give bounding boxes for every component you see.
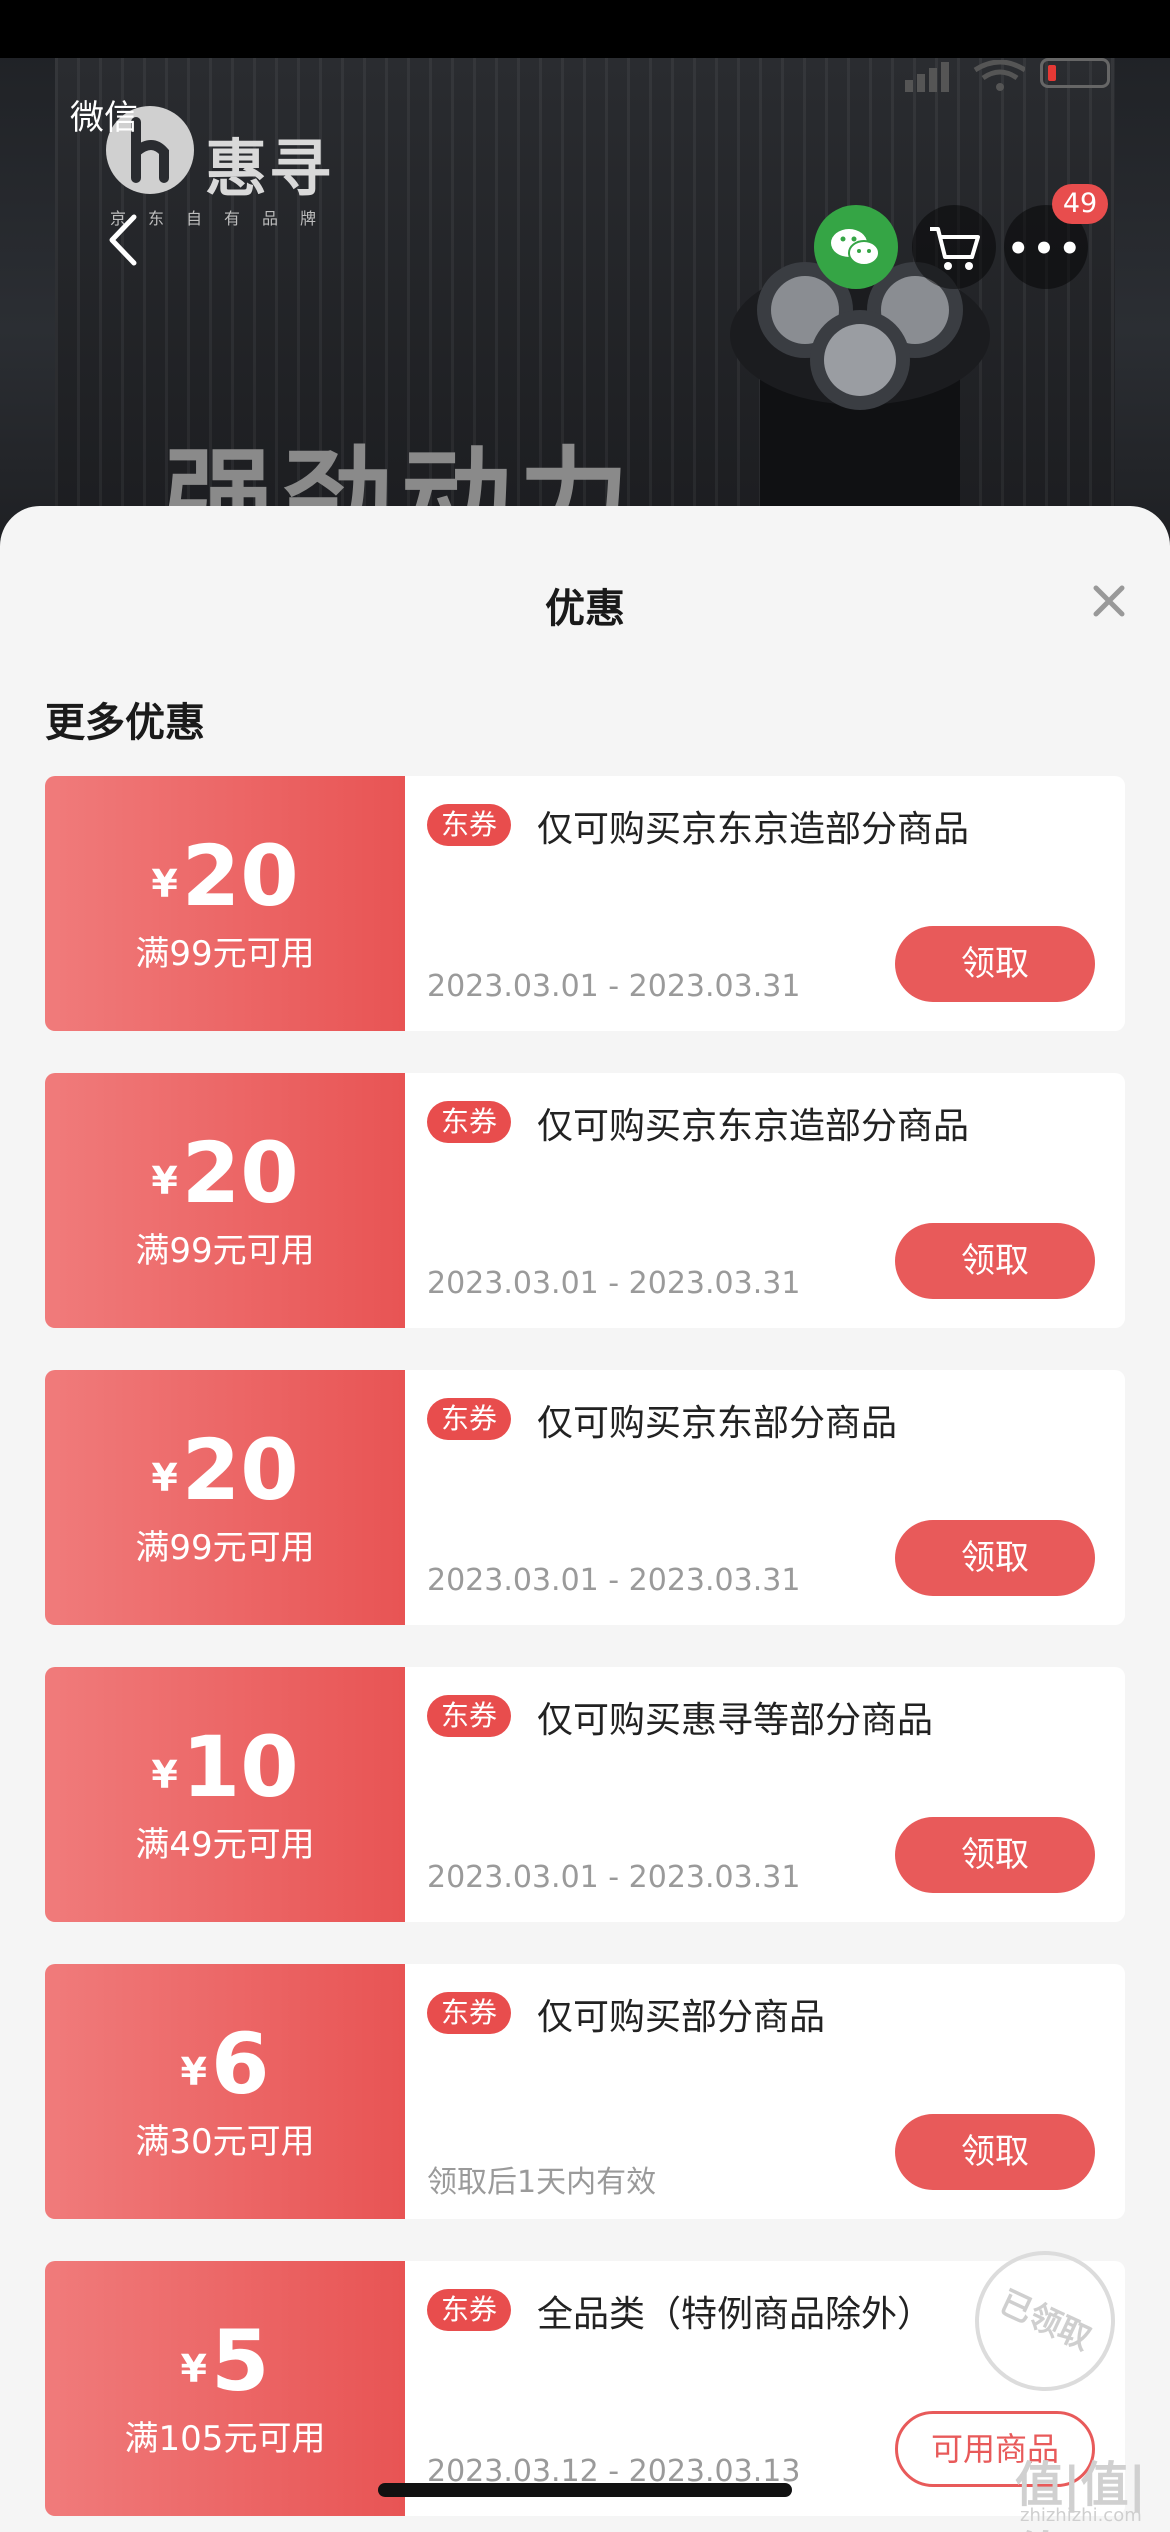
claim-button[interactable]: 领取 — [895, 1223, 1095, 1299]
coupon-condition: 满49元可用 — [135, 1825, 315, 1865]
coupon-validity: 2023.03.01 - 2023.03.31 — [427, 1563, 801, 1598]
claim-button[interactable]: 领取 — [895, 1520, 1095, 1596]
signal-wifi-icon — [905, 59, 1027, 96]
brand-name: 惠寻 — [205, 132, 334, 205]
message-count-badge: 49 — [1052, 184, 1108, 224]
coupon-amount: ¥5 — [45, 2319, 405, 2403]
coupon-amount: ¥20 — [45, 1131, 405, 1215]
coupon-amount-value: 10 — [181, 1718, 299, 1816]
claim-button[interactable]: 领取 — [895, 2114, 1095, 2190]
currency-symbol: ¥ — [180, 2050, 207, 2094]
currency-symbol: ¥ — [180, 2347, 207, 2391]
coupon-condition: 满99元可用 — [135, 1528, 315, 1568]
coupon-amount-value: 20 — [181, 827, 299, 925]
coupon-value-panel: ¥20 满99元可用 — [45, 1370, 405, 1625]
currency-symbol: ¥ — [151, 862, 178, 906]
coupon-card: ¥20 满99元可用 东券 仅可购买京东部分商品 2023.03.01 - 20… — [45, 1370, 1125, 1625]
coupon-amount: ¥20 — [45, 1428, 405, 1512]
coupon-card: ¥20 满99元可用 东券 仅可购买京东京造部分商品 2023.03.01 - … — [45, 776, 1125, 1031]
currency-symbol: ¥ — [151, 1159, 178, 1203]
coupon-value-panel: ¥20 满99元可用 — [45, 776, 405, 1031]
coupon-amount: ¥6 — [45, 2022, 405, 2106]
back-to-wechat-link[interactable]: 微信 — [70, 90, 138, 139]
coupon-info-panel: 东券 仅可购买京东部分商品 2023.03.01 - 2023.03.31 领取 — [405, 1370, 1125, 1625]
coupon-value-panel: ¥5 满105元可用 — [45, 2261, 405, 2516]
coupon-info-panel: 东券 仅可购买部分商品 领取后1天内有效 领取 — [405, 1964, 1125, 2219]
coupon-validity: 2023.03.01 - 2023.03.31 — [427, 1860, 801, 1895]
coupon-amount-value: 5 — [211, 2312, 270, 2410]
coupon-value-panel: ¥6 满30元可用 — [45, 1964, 405, 2219]
coupon-type-tag: 东券 — [427, 1992, 512, 2034]
currency-symbol: ¥ — [151, 1753, 178, 1797]
currency-symbol: ¥ — [151, 1456, 178, 1500]
coupon-description: 仅可购买惠寻等部分商品 — [537, 1700, 934, 1741]
coupon-description: 仅可购买京东部分商品 — [537, 1403, 898, 1444]
coupon-info-panel: 东券 仅可购买惠寻等部分商品 2023.03.01 - 2023.03.31 领… — [405, 1667, 1125, 1922]
coupon-validity: 2023.03.01 - 2023.03.31 — [427, 1266, 801, 1301]
coupon-amount: ¥10 — [45, 1725, 405, 1809]
coupon-type-tag: 东券 — [427, 1101, 512, 1143]
coupon-sheet: 优惠 更多优惠 ¥20 满99元可用 东券 仅可购买京东京造部分商品 2023.… — [0, 506, 1170, 2532]
coupon-card: ¥6 满30元可用 东券 仅可购买部分商品 领取后1天内有效 领取 — [45, 1964, 1125, 2219]
coupon-info-panel: 东券 仅可购买京东京造部分商品 2023.03.01 - 2023.03.31 … — [405, 1073, 1125, 1328]
coupon-card: ¥5 满105元可用 已领取 东券 全品类（特例商品除外） 2023.03.12… — [45, 2227, 1139, 2516]
status-bar — [0, 0, 1170, 58]
coupon-condition: 满99元可用 — [135, 1231, 315, 1271]
cart-button[interactable] — [912, 205, 996, 289]
home-indicator[interactable] — [378, 2483, 792, 2497]
coupon-type-tag: 东券 — [427, 804, 512, 846]
coupon-card: ¥10 满49元可用 东券 仅可购买惠寻等部分商品 2023.03.01 - 2… — [45, 1667, 1125, 1922]
close-icon[interactable] — [1084, 576, 1134, 626]
coupon-amount-value: 20 — [181, 1421, 299, 1519]
coupon-description: 仅可购买京东京造部分商品 — [537, 809, 970, 850]
coupon-value-panel: ¥10 满49元可用 — [45, 1667, 405, 1922]
coupon-value-panel: ¥20 满99元可用 — [45, 1073, 405, 1328]
claim-button[interactable]: 领取 — [895, 1817, 1095, 1893]
site-watermark-url: zhizhizhi.com — [1020, 2505, 1142, 2526]
battery-icon — [1040, 58, 1110, 88]
claimed-stamp: 已领取 — [951, 2227, 1139, 2415]
coupon-validity: 2023.03.01 - 2023.03.31 — [427, 969, 801, 1004]
claim-button[interactable]: 领取 — [895, 926, 1095, 1002]
coupon-type-tag: 东券 — [427, 1398, 512, 1440]
coupon-amount-value: 6 — [211, 2015, 270, 2113]
coupon-description: 仅可购买京东京造部分商品 — [537, 1106, 970, 1147]
coupon-card: ¥20 满99元可用 东券 仅可购买京东京造部分商品 2023.03.01 - … — [45, 1073, 1125, 1328]
more-dots-icon: ••• — [1007, 229, 1085, 269]
cart-icon — [930, 227, 980, 270]
coupon-description: 仅可购买部分商品 — [537, 1997, 826, 2038]
wechat-icon — [831, 229, 880, 266]
coupon-type-tag: 东券 — [427, 2289, 512, 2331]
sheet-title: 优惠 — [545, 586, 625, 632]
wechat-share-button[interactable] — [814, 205, 898, 289]
coupon-amount-value: 20 — [181, 1124, 299, 1222]
coupon-condition: 满105元可用 — [124, 2419, 326, 2459]
coupon-condition: 满99元可用 — [135, 934, 315, 974]
coupon-condition: 满30元可用 — [135, 2122, 315, 2162]
coupon-type-tag: 东券 — [427, 1695, 512, 1737]
coupon-validity: 领取后1天内有效 — [427, 2165, 657, 2200]
coupon-amount: ¥20 — [45, 834, 405, 918]
back-arrow-icon[interactable] — [92, 205, 152, 275]
coupon-info-panel: 东券 仅可购买京东京造部分商品 2023.03.01 - 2023.03.31 … — [405, 776, 1125, 1031]
coupon-description: 全品类（特例商品除外） — [537, 2294, 934, 2335]
section-title: 更多优惠 — [45, 700, 205, 746]
